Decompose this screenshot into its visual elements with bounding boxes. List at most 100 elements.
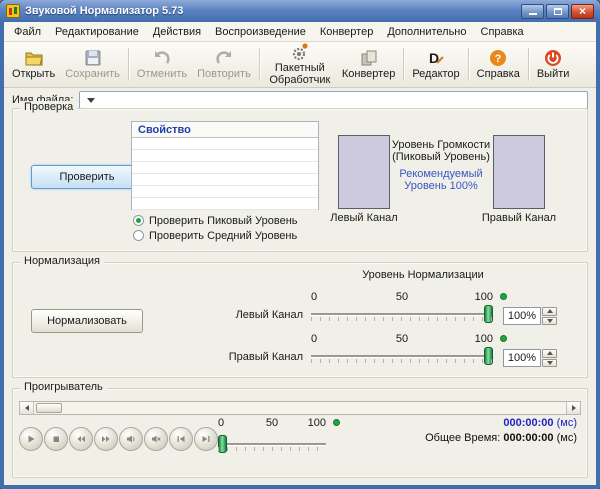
volume-button[interactable] [119,427,143,451]
save-button-label: Сохранить [65,69,120,81]
player-slider-scale: 0 50 100 [218,417,326,429]
total-time-label: Общее Время: [425,432,500,444]
menu-item-file[interactable]: Файл [7,23,48,41]
forward-button[interactable] [94,427,118,451]
volume-level-text: Уровень Громкости (Пиковый Уровень) Реко… [391,139,491,192]
player-slider-thumb[interactable] [218,435,227,453]
save-button[interactable]: Сохранить [60,44,125,85]
toolbar-separator [259,48,260,81]
undo-icon [152,48,172,68]
right-spin-down-button[interactable] [542,359,557,368]
check-group: Проверка Проверить Свойство Пр [12,108,588,252]
converter-button[interactable]: Конвертер [337,44,400,85]
normalization-group-label: Нормализация [20,255,104,267]
total-time-value: 000:00:00 [503,432,553,444]
properties-table[interactable]: Свойство [131,121,319,210]
check-button[interactable]: Проверить [31,165,143,189]
previous-button[interactable] [169,427,193,451]
up-arrow-icon [547,309,553,313]
recommended-level: Рекомендуемый Уровень 100% [391,168,491,192]
exit-button[interactable]: Выйти [532,44,575,85]
check-button-label: Проверить [59,171,114,183]
position-scrollbar[interactable] [19,401,581,415]
menu-item-edit[interactable]: Редактирование [48,23,146,41]
player-group-label: Проигрыватель [20,381,107,393]
toolbar-separator [528,48,529,81]
radio-average-label: Проверить Средний Уровень [149,230,297,242]
right-spin-up-button[interactable] [542,349,557,358]
minimize-icon [529,13,537,15]
player-position-slider[interactable] [218,435,326,453]
left-level-spinner: 100% [503,307,557,325]
left-channel-label: Левый Канал [213,309,303,321]
play-button[interactable] [19,427,43,451]
mute-icon [151,434,161,444]
title-bar[interactable]: Звуковой Нормализатор 5.73 × [0,0,600,22]
left-channel-slider[interactable] [311,305,493,323]
scrollbar-track[interactable] [34,402,566,414]
left-spin-down-button[interactable] [542,317,557,326]
menu-item-converter[interactable]: Конвертер [313,23,380,41]
batch-processor-label: Пакетный Обработчик [268,63,332,86]
converter-button-label: Конвертер [342,69,395,81]
window-title: Звуковой Нормализатор 5.73 [25,5,516,17]
stop-button[interactable] [44,427,68,451]
previous-icon [176,434,186,444]
radio-average-level[interactable]: Проверить Средний Уровень [133,228,333,243]
left-slider-thumb[interactable] [484,305,493,323]
undo-button[interactable]: Отменить [132,44,192,85]
filename-combobox[interactable] [79,91,588,109]
right-slider-thumb[interactable] [484,347,493,365]
check-group-label: Проверка [20,101,77,113]
combobox-dropdown-icon[interactable] [87,98,95,103]
mute-button[interactable] [144,427,168,451]
table-row [132,186,318,198]
normalization-group: Нормализация Уровень Нормализации Нормал… [12,262,588,378]
current-time-value: 000:00:00 [503,417,553,429]
help-button[interactable]: ? Справка [472,44,525,85]
total-time: Общее Время: 000:00:00 (мс) [425,432,577,444]
close-icon: × [579,5,586,17]
maximize-button[interactable] [546,4,569,19]
right-level-value[interactable]: 100% [503,349,541,367]
editor-icon: D [426,48,446,68]
batch-processor-button[interactable]: Пакетный Обработчик [263,44,337,85]
right-channel-slider[interactable] [311,347,493,365]
scrollbar-thumb[interactable] [36,403,62,413]
toolbar-separator [128,48,129,81]
left-spin-up-button[interactable] [542,307,557,316]
close-button[interactable]: × [571,4,594,19]
redo-button-label: Повторить [197,69,251,81]
right-level-spinner: 100% [503,349,557,367]
scroll-right-button[interactable] [566,402,580,414]
redo-button[interactable]: Повторить [192,44,256,85]
normalization-title: Уровень Нормализации [313,269,533,281]
check-mode-radios: Проверить Пиковый Уровень Проверить Сред… [133,213,333,243]
menu-item-help[interactable]: Справка [474,23,531,41]
scroll-left-button[interactable] [20,402,34,414]
left-arrow-icon [25,405,29,411]
left-level-value[interactable]: 100% [503,307,541,325]
forward-icon [101,434,111,444]
filename-row: Имя файла: [12,91,588,109]
main-content: Имя файла: Проверка Проверить Свойство [4,88,596,485]
radio-peak-level[interactable]: Проверить Пиковый Уровень [133,213,333,228]
green-indicator-icon [333,419,340,426]
left-slider-scale: 0 50 100 [311,291,493,303]
total-time-units: (мс) [557,432,577,444]
radio-unselected-icon [133,230,144,241]
scale-100: 100 [475,291,493,303]
volume-title: Уровень Громкости (Пиковый Уровень) [391,139,491,163]
rewind-button[interactable] [69,427,93,451]
next-button[interactable] [194,427,218,451]
scale-100: 100 [475,333,493,345]
volume-icon [126,434,136,444]
menu-item-extra[interactable]: Дополнительно [380,23,473,41]
editor-button[interactable]: D Редактор [407,44,464,85]
minimize-button[interactable] [521,4,544,19]
open-button[interactable]: Открыть [7,44,60,85]
menu-item-actions[interactable]: Действия [146,23,208,41]
normalize-button[interactable]: Нормализовать [31,309,143,333]
green-indicator-icon [500,293,507,300]
menu-item-playback[interactable]: Воспроизведение [208,23,313,41]
